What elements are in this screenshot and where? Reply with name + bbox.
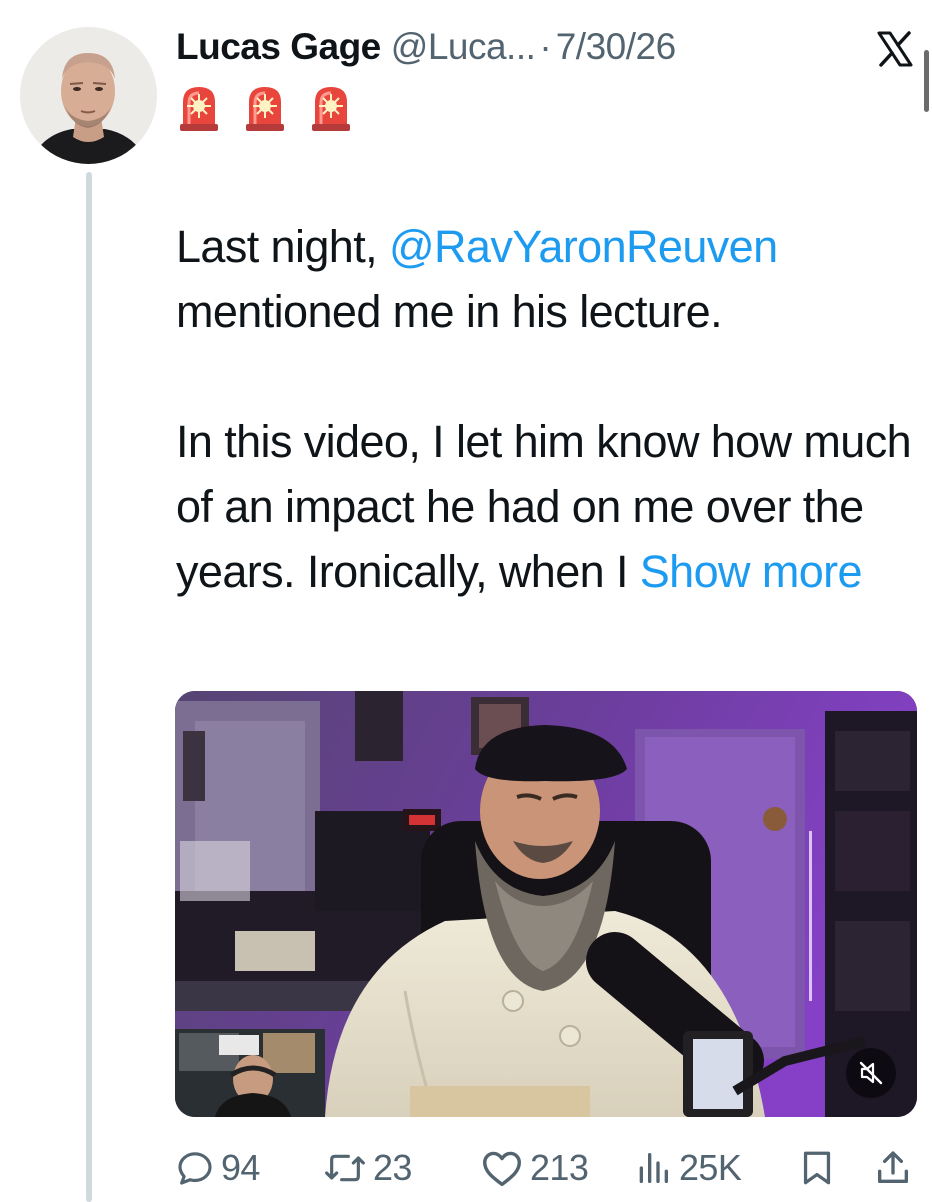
video-player[interactable] <box>175 691 917 1117</box>
reply-button[interactable]: 94 <box>175 1140 260 1196</box>
author-handle[interactable]: @Luca... <box>391 22 536 72</box>
x-logo-icon <box>877 31 913 67</box>
show-more-link[interactable]: Show more <box>640 546 863 597</box>
views-chart-icon <box>639 1153 668 1183</box>
speaker-muted-icon <box>859 1061 883 1085</box>
siren-emoji-icon <box>246 87 284 131</box>
siren-emoji-icon <box>312 87 350 131</box>
action-bar: 94 23 213 25K <box>175 1140 917 1196</box>
thread-line <box>86 172 92 1202</box>
post-date[interactable]: 7/30/26 <box>556 22 676 72</box>
like-button[interactable]: 213 <box>480 1140 589 1196</box>
post-paragraph: Last night, @RavYaronReuven mentioned me… <box>176 214 916 344</box>
scrollbar[interactable] <box>924 50 929 112</box>
share-icon <box>878 1151 908 1183</box>
post-body: Last night, @RavYaronReuven mentioned me… <box>176 214 916 604</box>
repost-icon <box>325 1154 365 1182</box>
author-avatar[interactable] <box>20 27 157 164</box>
siren-emoji-icon <box>180 87 218 131</box>
view-count: 25K <box>679 1147 742 1188</box>
like-count: 213 <box>530 1147 589 1188</box>
bookmark-button[interactable] <box>799 1140 835 1196</box>
bookmark-icon <box>803 1151 831 1185</box>
post-paragraph: In this video, I let him know how much o… <box>176 409 916 604</box>
video-frame <box>175 691 917 1117</box>
repost-button[interactable]: 23 <box>323 1140 412 1196</box>
reply-icon <box>178 1152 212 1185</box>
author-name[interactable]: Lucas Gage <box>176 22 381 72</box>
heart-icon <box>483 1151 521 1187</box>
share-button[interactable] <box>873 1140 913 1196</box>
post-text: mentioned me in his lecture. <box>176 286 723 337</box>
header-separator: · <box>539 26 552 67</box>
repost-count: 23 <box>373 1147 412 1188</box>
emoji-row <box>178 84 352 132</box>
reply-count: 94 <box>221 1147 260 1188</box>
mention-link[interactable]: @RavYaronReuven <box>389 221 778 272</box>
mute-button[interactable] <box>846 1048 896 1098</box>
post-text: Last night, <box>176 221 389 272</box>
post-header: Lucas Gage @Luca... · 7/30/26 <box>176 22 676 72</box>
views-button[interactable]: 25K <box>633 1140 742 1196</box>
